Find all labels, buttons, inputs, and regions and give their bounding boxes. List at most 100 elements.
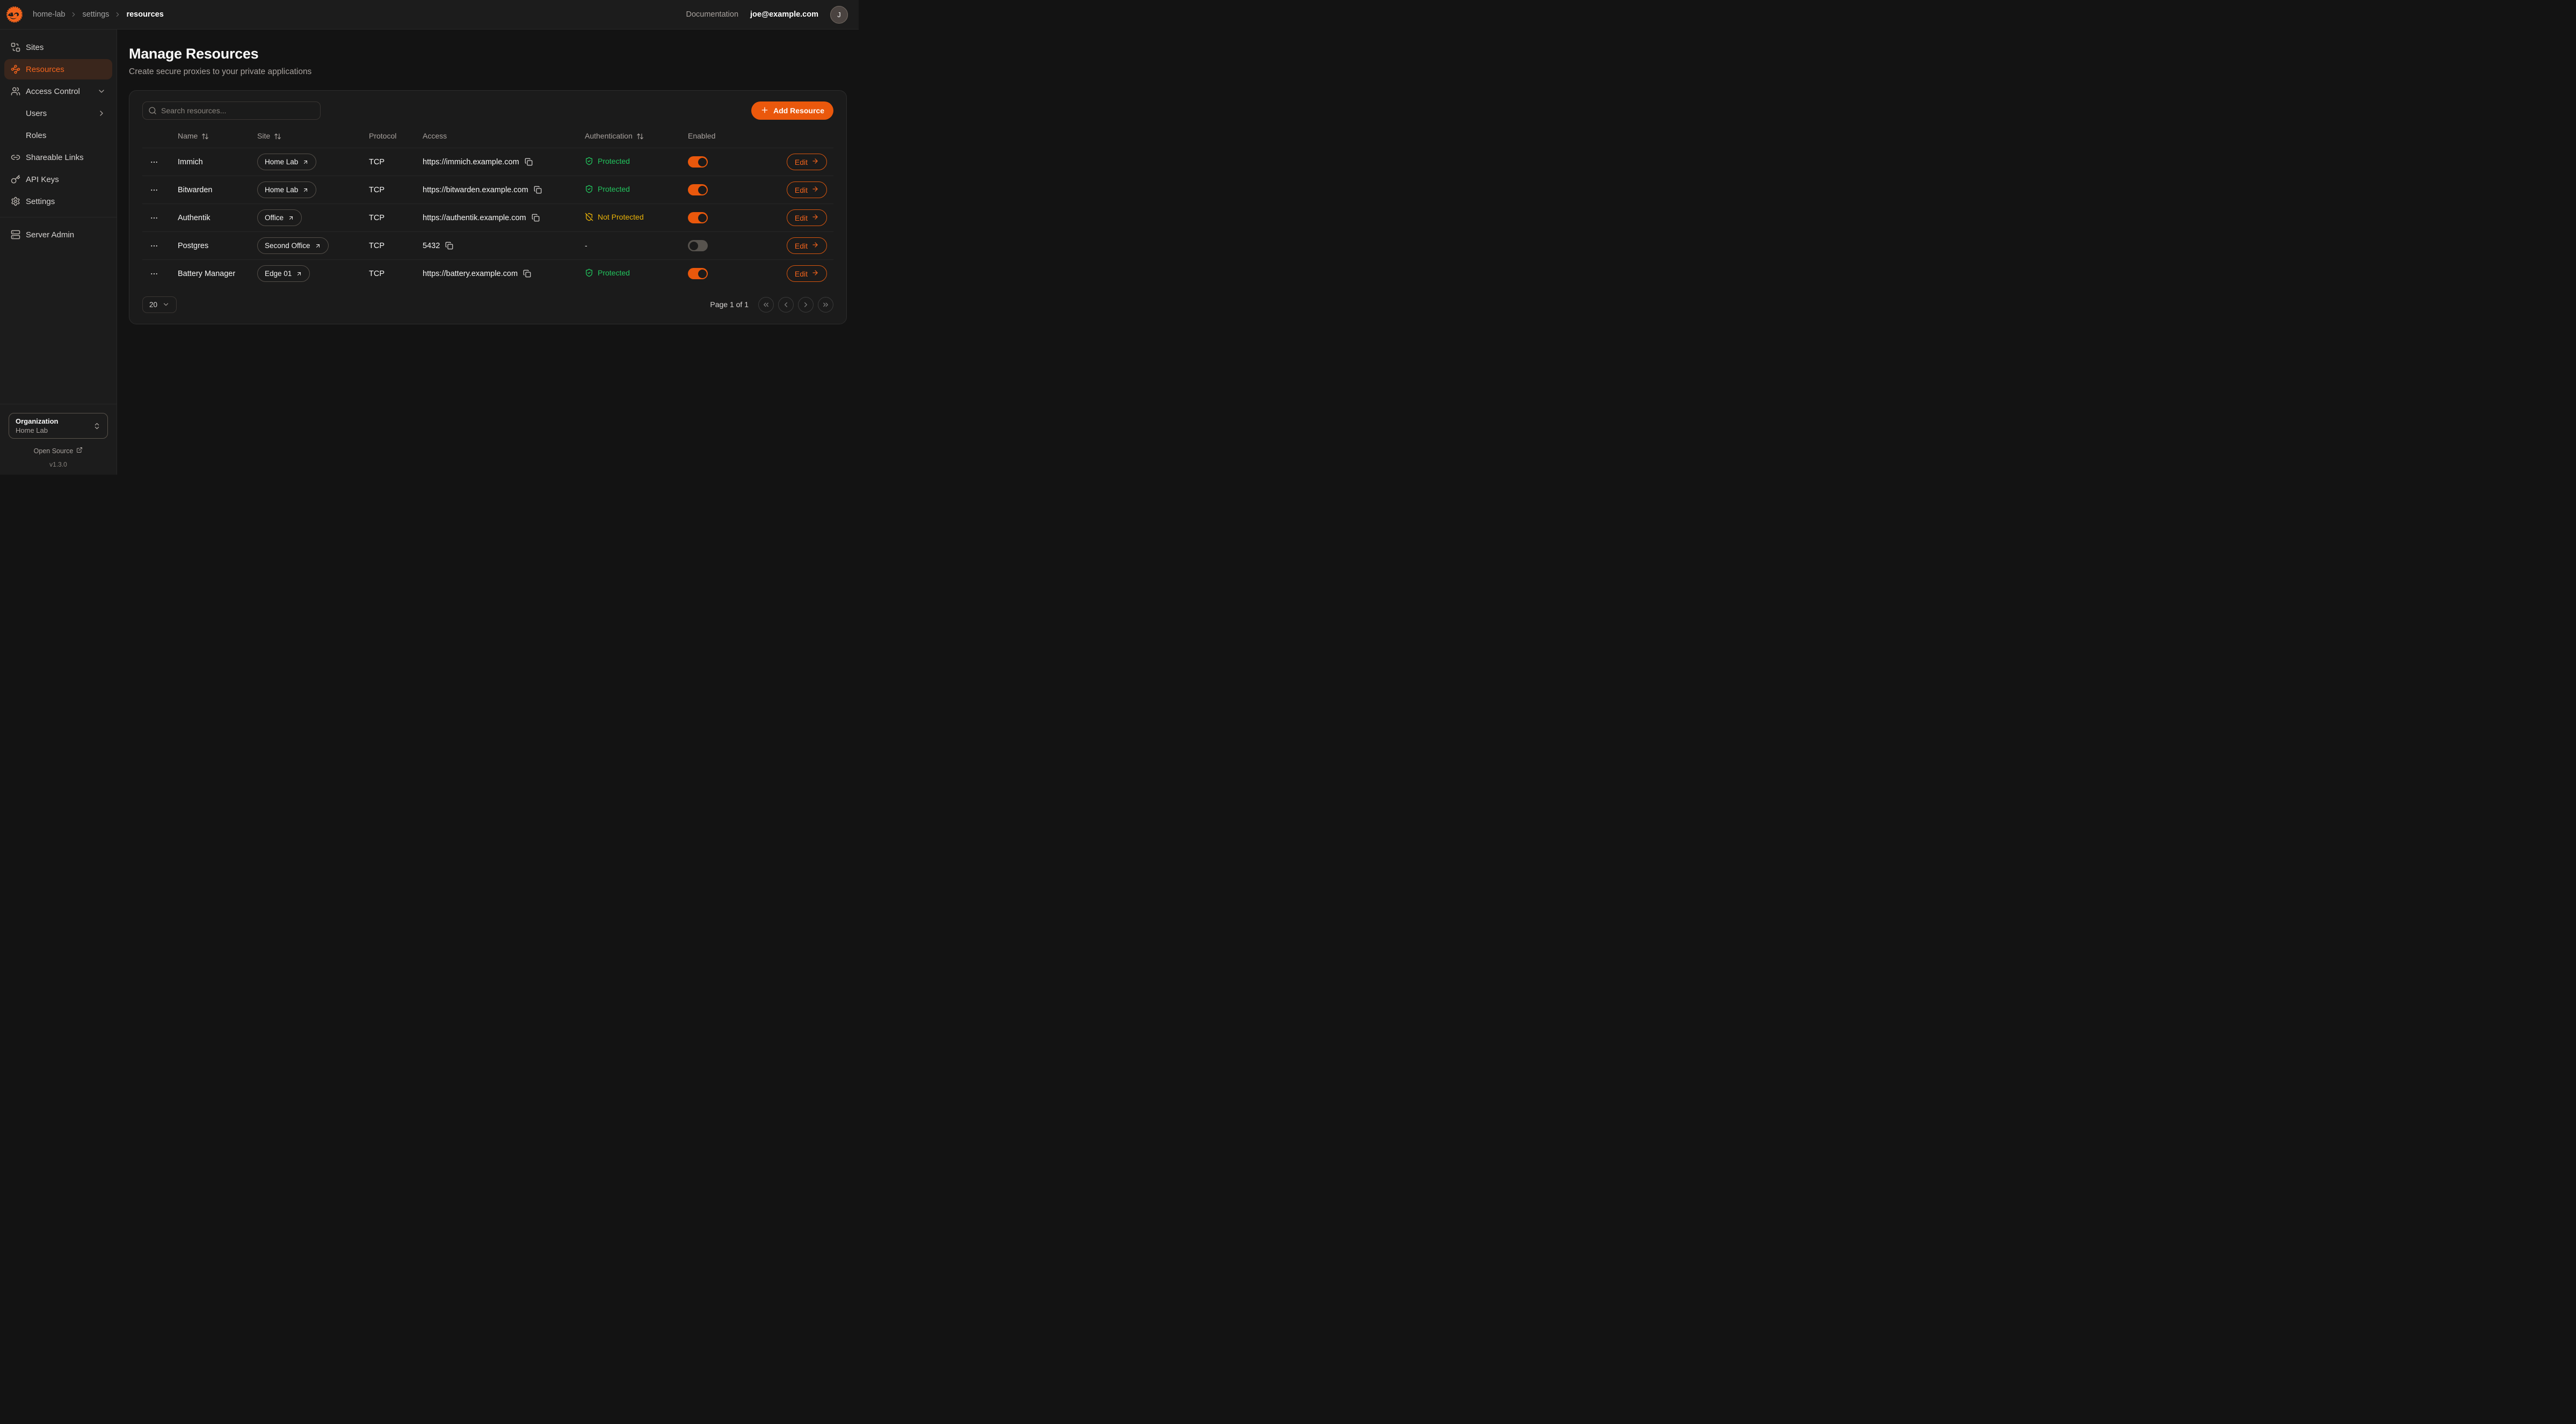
enabled-toggle[interactable] xyxy=(688,240,708,251)
column-header-access: Access xyxy=(416,126,578,148)
sidebar-item-label: Resources xyxy=(26,65,64,74)
sidebar-item-server-admin[interactable]: Server Admin xyxy=(4,224,112,245)
copy-access-button[interactable] xyxy=(523,270,531,278)
row-menu-button[interactable] xyxy=(149,185,159,195)
column-header-site[interactable]: Site xyxy=(251,126,362,148)
table-row-battery-manager: Battery ManagerEdge 01TCPhttps://battery… xyxy=(142,260,833,288)
site-name: Home Lab xyxy=(265,186,298,194)
column-label: Protocol xyxy=(369,132,396,140)
add-resource-label: Add Resource xyxy=(773,106,824,115)
sort-icon[interactable] xyxy=(636,133,644,140)
site-link-button[interactable]: Home Lab xyxy=(257,154,316,170)
site-link-button[interactable]: Home Lab xyxy=(257,181,316,198)
sidebar-item-resources[interactable]: Resources xyxy=(4,59,112,79)
auth-status-label: Protected xyxy=(598,185,630,193)
resource-name: Immich xyxy=(171,148,251,176)
resource-access: https://immich.example.com xyxy=(423,158,519,166)
organization-selector[interactable]: Organization Home Lab xyxy=(9,413,108,439)
column-header-name[interactable]: Name xyxy=(171,126,251,148)
search-input[interactable] xyxy=(142,101,321,120)
version-label: v1.3.0 xyxy=(9,461,108,468)
auth-status-label: Not Protected xyxy=(598,213,644,221)
enabled-toggle[interactable] xyxy=(688,268,708,279)
first-page-button[interactable] xyxy=(758,297,774,313)
breadcrumb-resources[interactable]: resources xyxy=(126,10,163,19)
column-header-enabled: Enabled xyxy=(681,126,778,148)
edit-button[interactable]: Edit xyxy=(787,237,827,254)
external-link-icon xyxy=(76,447,83,455)
row-menu-button[interactable] xyxy=(149,268,159,279)
auth-status-badge: Protected xyxy=(585,157,630,165)
copy-access-button[interactable] xyxy=(445,242,453,250)
sidebar-item-roles[interactable]: Roles xyxy=(4,125,112,146)
sidebar-item-sites[interactable]: Sites xyxy=(4,37,112,57)
breadcrumb-home-lab[interactable]: home-lab xyxy=(33,10,65,19)
table-toolbar: Add Resource xyxy=(142,101,833,120)
edit-label: Edit xyxy=(795,214,808,222)
row-menu-button[interactable] xyxy=(149,213,159,223)
sidebar-item-label: Shareable Links xyxy=(26,153,84,162)
last-page-button[interactable] xyxy=(818,297,833,313)
auth-status-label: Protected xyxy=(598,157,630,165)
page-size-select[interactable]: 20 xyxy=(142,296,177,313)
next-page-button[interactable] xyxy=(798,297,814,313)
resources-table: Name Site Protocol AccessAuthenticationEnab… xyxy=(142,126,833,288)
sort-icon[interactable] xyxy=(274,133,281,140)
sidebar-item-shareable-links[interactable]: Shareable Links xyxy=(4,147,112,168)
enabled-toggle[interactable] xyxy=(688,184,708,195)
page-subtitle: Create secure proxies to your private ap… xyxy=(129,67,847,77)
resource-access: https://authentik.example.com xyxy=(423,214,526,222)
arrow-up-right-icon xyxy=(296,271,302,277)
top-right-actions: Documentation joe@example.com J xyxy=(686,6,848,24)
page-info: Page 1 of 1 xyxy=(710,300,749,309)
site-link-button[interactable]: Edge 01 xyxy=(257,265,310,282)
sidebar-item-label: Access Control xyxy=(26,87,80,96)
sidebar-item-access-control[interactable]: Access Control xyxy=(4,81,112,101)
edit-button[interactable]: Edit xyxy=(787,181,827,198)
arrow-right-icon xyxy=(811,185,819,194)
user-email[interactable]: joe@example.com xyxy=(750,10,818,19)
copy-access-button[interactable] xyxy=(532,214,540,222)
open-source-link[interactable]: Open Source xyxy=(9,447,108,455)
site-name: Second Office xyxy=(265,242,310,250)
previous-page-button[interactable] xyxy=(778,297,794,313)
edit-button[interactable]: Edit xyxy=(787,209,827,226)
pagination: Page 1 of 1 xyxy=(710,297,833,313)
breadcrumb-settings[interactable]: settings xyxy=(82,10,109,19)
auth-status-label: Protected xyxy=(598,268,630,277)
edit-button[interactable]: Edit xyxy=(787,265,827,282)
sidebar-item-api-keys[interactable]: API Keys xyxy=(4,169,112,190)
combine-icon xyxy=(11,42,20,52)
row-menu-button[interactable] xyxy=(149,157,159,168)
arrow-right-icon xyxy=(811,213,819,222)
site-link-button[interactable]: Second Office xyxy=(257,237,329,254)
sidebar-item-users[interactable]: Users xyxy=(4,103,112,123)
edit-label: Edit xyxy=(795,242,808,250)
documentation-link[interactable]: Documentation xyxy=(686,10,739,19)
avatar[interactable]: J xyxy=(830,6,848,24)
site-name: Office xyxy=(265,214,284,222)
row-menu-button[interactable] xyxy=(149,241,159,251)
column-header-protocol: Protocol xyxy=(362,126,416,148)
enabled-toggle[interactable] xyxy=(688,212,708,223)
resource-protocol: TCP xyxy=(362,148,416,176)
enabled-toggle[interactable] xyxy=(688,156,708,168)
edit-button[interactable]: Edit xyxy=(787,154,827,170)
pangolin-logo[interactable] xyxy=(5,5,24,24)
add-resource-button[interactable]: Add Resource xyxy=(751,101,833,120)
site-link-button[interactable]: Office xyxy=(257,209,302,226)
sidebar-item-settings[interactable]: Settings xyxy=(4,191,112,212)
toggle-knob xyxy=(690,242,698,250)
resource-protocol: TCP xyxy=(362,176,416,204)
chevron-down-icon xyxy=(97,87,106,96)
column-header-authentication[interactable]: Authentication xyxy=(578,126,681,148)
page-title: Manage Resources xyxy=(129,46,847,62)
copy-access-button[interactable] xyxy=(534,186,542,194)
avatar-initial: J xyxy=(837,11,841,19)
toggle-knob xyxy=(698,186,707,194)
resource-name: Postgres xyxy=(171,232,251,260)
page-size-value: 20 xyxy=(149,301,157,309)
sort-icon[interactable] xyxy=(201,133,209,140)
column-label: Name xyxy=(178,132,198,140)
copy-access-button[interactable] xyxy=(525,158,533,166)
